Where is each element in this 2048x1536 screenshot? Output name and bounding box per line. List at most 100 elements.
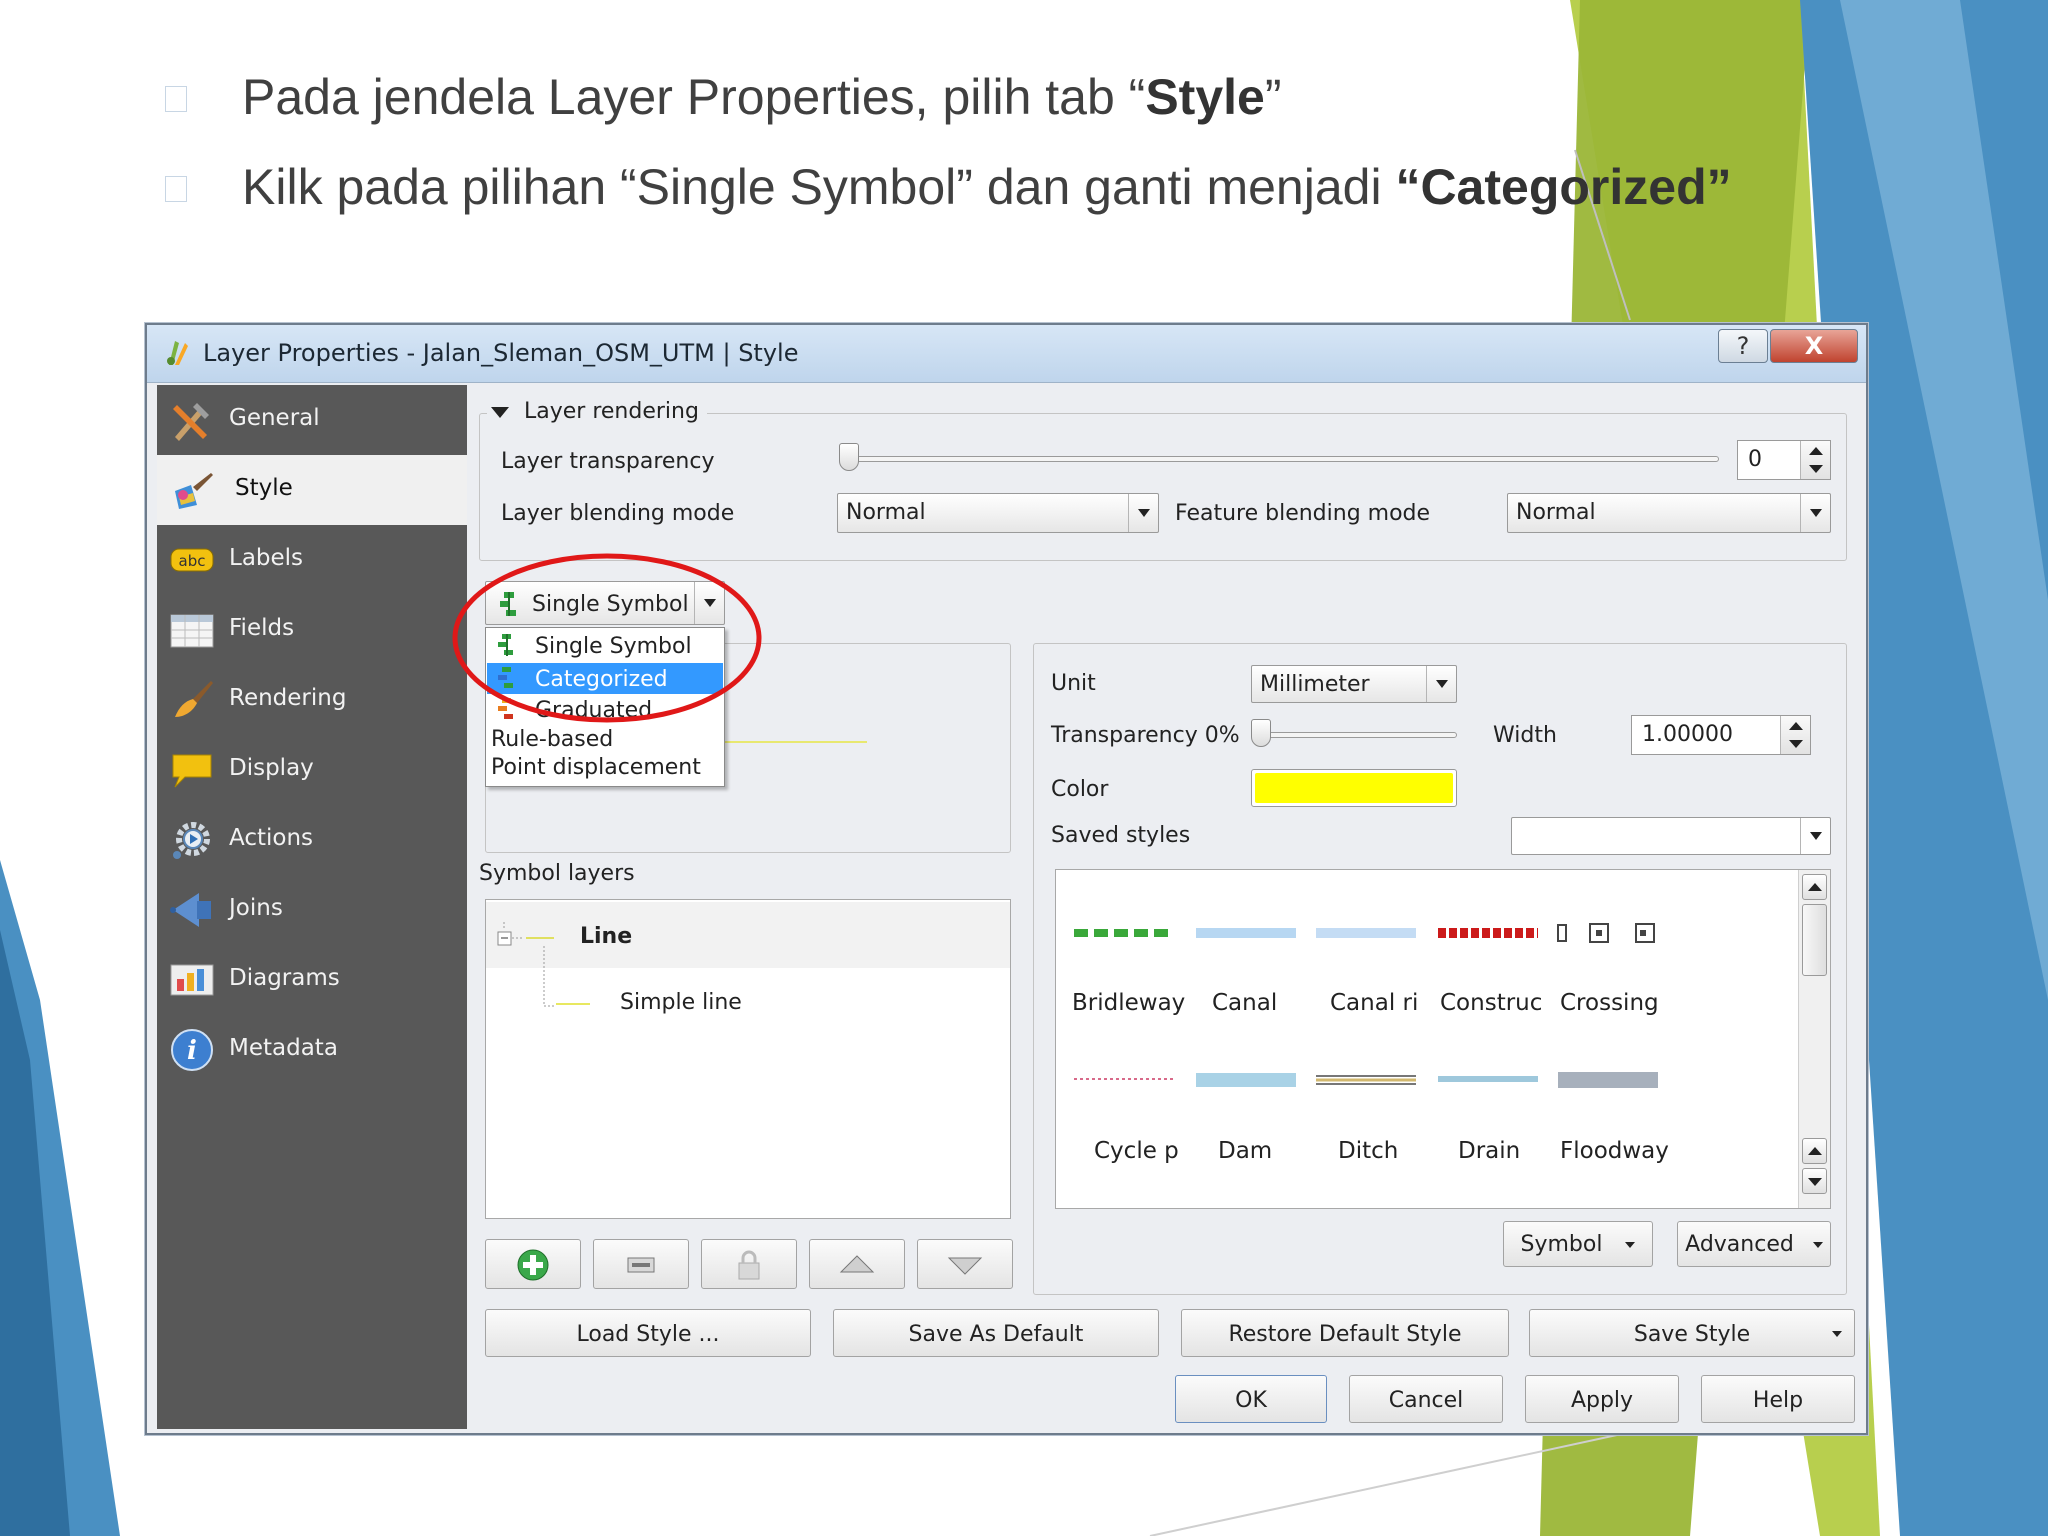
brush-icon <box>175 681 213 717</box>
close-button[interactable]: X <box>1770 329 1858 363</box>
save-as-default-label: Save As Default <box>908 1322 1084 1347</box>
color-swatch <box>1255 773 1453 803</box>
crossing-swatch[interactable] <box>1556 922 1660 944</box>
layer-blending-combo[interactable]: Normal <box>837 493 1159 533</box>
restore-default-style-button[interactable]: Restore Default Style <box>1181 1309 1509 1357</box>
construction-swatch[interactable] <box>1436 926 1540 940</box>
layer-transparency-spinbox[interactable]: 0 <box>1737 440 1831 480</box>
cycle-path-swatch[interactable] <box>1072 1072 1176 1086</box>
style-name[interactable]: Dam <box>1218 1138 1272 1164</box>
diagram-icon <box>170 964 214 996</box>
sidebar-item-diagrams[interactable]: Diagrams <box>157 945 467 1015</box>
sidebar-item-style[interactable]: Style <box>157 455 467 525</box>
color-button[interactable] <box>1251 769 1457 807</box>
spin-buttons[interactable] <box>1780 716 1810 754</box>
canal-swatch[interactable] <box>1194 926 1298 940</box>
dam-swatch[interactable] <box>1194 1070 1298 1090</box>
spin-down-icon[interactable] <box>1789 740 1803 748</box>
scroll-thumb[interactable] <box>1802 904 1827 976</box>
style-name[interactable]: Crossing <box>1560 990 1659 1016</box>
style-name[interactable]: Ditch <box>1338 1138 1398 1164</box>
info-icon: i <box>171 1029 213 1071</box>
sidebar-item-general[interactable]: General <box>157 385 467 455</box>
tree-lines <box>497 922 556 1007</box>
spin-up-icon[interactable] <box>1789 722 1803 730</box>
bridleway-swatch[interactable] <box>1072 926 1176 940</box>
help-title-button[interactable]: ? <box>1718 329 1768 363</box>
move-down-button[interactable] <box>917 1239 1013 1289</box>
style-name[interactable]: Canal <box>1212 990 1277 1016</box>
symbol-transparency-slider[interactable] <box>1251 732 1457 738</box>
load-style-button[interactable]: Load Style ... <box>485 1309 811 1357</box>
style-name[interactable]: Floodwaу <box>1560 1138 1669 1164</box>
sidebar-item-label: Fields <box>229 615 295 641</box>
style-name[interactable]: Cycle p <box>1094 1138 1179 1164</box>
style-gallery: Bridlewaу Canal Canal ri Construc Crossi… <box>1055 869 1831 1209</box>
spin-down-icon[interactable] <box>1809 465 1823 473</box>
save-as-default-button[interactable]: Save As Default <box>833 1309 1159 1357</box>
tree-item-line[interactable]: Line <box>580 924 632 949</box>
bullet-1-text: Pada jendela Layer Properties, pilih tab… <box>242 69 1146 125</box>
chevron-down-icon[interactable] <box>1800 494 1830 532</box>
drain-swatch[interactable] <box>1436 1072 1540 1086</box>
sidebar-item-rendering[interactable]: Rendering <box>157 665 467 735</box>
floodway-swatch[interactable] <box>1556 1068 1660 1092</box>
restore-default-label: Restore Default Style <box>1228 1322 1462 1347</box>
scroll-down-button[interactable] <box>1802 1168 1827 1194</box>
scroll-up-button-lower[interactable] <box>1802 1138 1827 1164</box>
apply-button[interactable]: Apply <box>1525 1375 1679 1423</box>
menu-item-point-displacement[interactable]: Point displacement <box>487 751 723 782</box>
title-bar[interactable]: Layer Properties - Jalan_Sleman_OSM_UTM … <box>147 325 1866 383</box>
dialog-title: Layer Properties - Jalan_Sleman_OSM_UTM … <box>203 339 799 367</box>
ok-button[interactable]: OK <box>1175 1375 1327 1423</box>
scroll-up-button[interactable] <box>1802 874 1827 900</box>
chevron-down-icon[interactable] <box>1426 666 1456 702</box>
width-spinbox[interactable]: 1.00000 <box>1631 715 1811 755</box>
tree-item-simple-line[interactable]: Simple line <box>620 990 742 1015</box>
symbol-menu-button[interactable]: Symbol <box>1503 1221 1653 1267</box>
spin-up-icon[interactable] <box>1809 447 1823 455</box>
symbol-transparency-label: Transparency 0% <box>1051 723 1240 748</box>
cancel-button[interactable]: Cancel <box>1349 1375 1503 1423</box>
ditch-swatch[interactable] <box>1314 1070 1418 1090</box>
symbol-layers-label: Symbol layers <box>479 861 635 886</box>
symbol-transparency-handle[interactable] <box>1251 719 1271 747</box>
spin-buttons[interactable] <box>1800 441 1830 479</box>
layer-blending-value: Normal <box>846 500 926 525</box>
minus-icon <box>627 1257 655 1273</box>
sidebar-item-labels[interactable]: abc Labels <box>157 525 467 595</box>
sidebar-item-fields[interactable]: Fields <box>157 595 467 665</box>
layer-transparency-slider[interactable] <box>839 456 1719 462</box>
saved-styles-combo[interactable] <box>1511 817 1831 855</box>
layer-transparency-handle[interactable] <box>839 443 859 471</box>
bullet-1-bold: Style <box>1145 69 1265 125</box>
advanced-menu-button[interactable]: Advanced <box>1677 1221 1831 1267</box>
lock-symbol-layer-button[interactable] <box>701 1239 797 1289</box>
unit-combo[interactable]: Millimeter <box>1251 665 1457 703</box>
menu-item-label: Rule-based <box>491 727 614 752</box>
sidebar-item-metadata[interactable]: i Metadata <box>157 1015 467 1085</box>
save-style-button[interactable]: Save Style <box>1529 1309 1855 1357</box>
style-name[interactable]: Construc <box>1440 990 1542 1016</box>
tree-row-line[interactable] <box>486 902 1010 968</box>
help-button[interactable]: Help <box>1701 1375 1855 1423</box>
table-icon <box>170 614 214 648</box>
chevron-down-icon <box>1832 1331 1842 1337</box>
feature-blending-combo[interactable]: Normal <box>1507 493 1831 533</box>
canal-river-swatch[interactable] <box>1314 926 1418 940</box>
sidebar-item-joins[interactable]: Joins <box>157 875 467 945</box>
gear-icon <box>173 822 210 859</box>
layer-rendering-header[interactable]: Layer rendering <box>487 399 707 424</box>
chevron-down-icon[interactable] <box>1800 818 1830 854</box>
style-name[interactable]: Drain <box>1458 1138 1520 1164</box>
move-up-button[interactable] <box>809 1239 905 1289</box>
remove-symbol-layer-button[interactable] <box>593 1239 689 1289</box>
bullet-2-text: Kilk pada pilihan “Single Symbol” dan ga… <box>242 159 1396 215</box>
style-name[interactable]: Bridlewaу <box>1072 990 1185 1016</box>
gallery-scrollbar[interactable] <box>1798 870 1830 1208</box>
style-name[interactable]: Canal ri <box>1330 990 1418 1016</box>
add-symbol-layer-button[interactable] <box>485 1239 581 1289</box>
sidebar-item-actions[interactable]: Actions <box>157 805 467 875</box>
sidebar-item-display[interactable]: Display <box>157 735 467 805</box>
chevron-down-icon[interactable] <box>1128 494 1158 532</box>
